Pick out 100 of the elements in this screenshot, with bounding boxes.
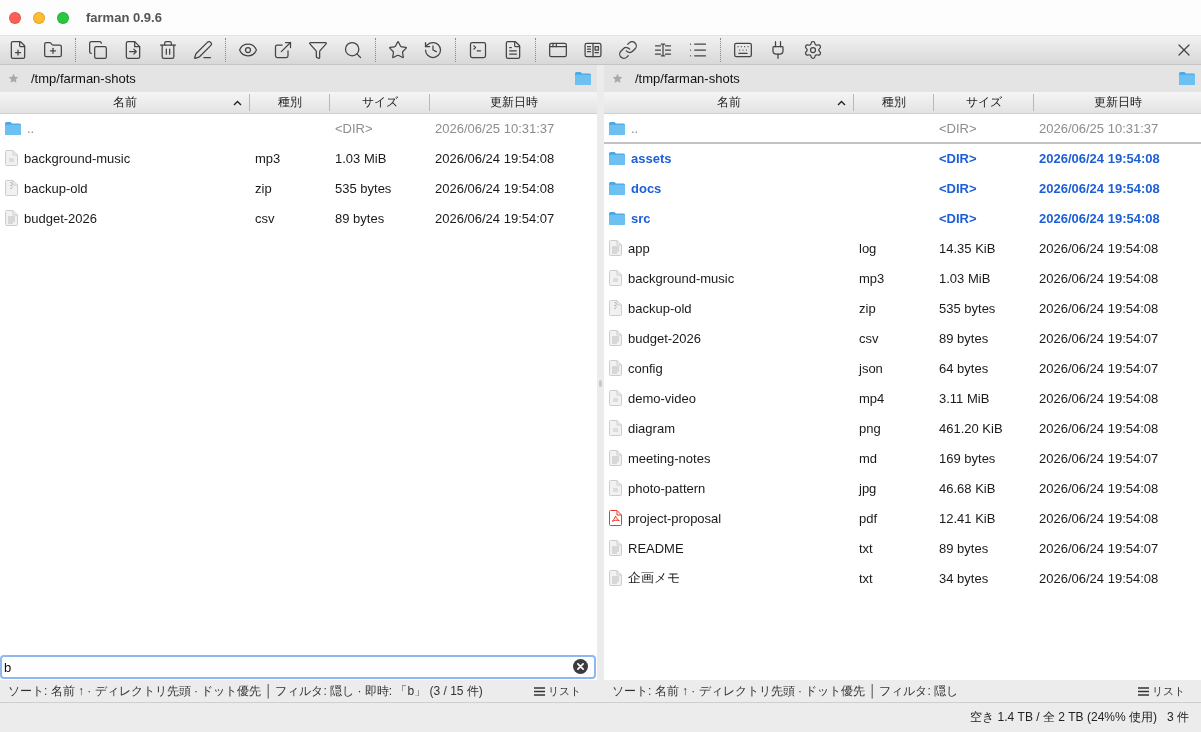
file-size: 14.35 KiB xyxy=(938,240,997,256)
close-window-icon[interactable] xyxy=(9,11,21,24)
modified-date: 2026/06/24 19:54:08 xyxy=(1038,480,1160,496)
blank-file-icon xyxy=(609,480,622,496)
star-icon[interactable] xyxy=(8,73,19,84)
file-type: jpg xyxy=(857,480,878,496)
file-name: src xyxy=(631,210,651,226)
modified-date: 2026/06/24 19:54:08 xyxy=(1038,240,1160,256)
file-name: meeting-notes xyxy=(628,450,711,466)
column-header[interactable]: 更新日時 xyxy=(1034,94,1201,111)
chevron-up-icon xyxy=(233,100,242,106)
trash-icon[interactable] xyxy=(157,40,178,60)
folder-icon xyxy=(609,181,625,195)
file-name: config xyxy=(628,360,663,376)
grip-icon[interactable] xyxy=(599,380,602,387)
external-link-icon[interactable] xyxy=(272,40,293,60)
modified-date: 2026/06/24 19:54:08 xyxy=(1038,390,1160,406)
file-name: budget-2026 xyxy=(24,210,97,226)
column-header[interactable]: 名前 xyxy=(604,94,854,111)
window-icon[interactable] xyxy=(547,40,568,60)
zoom-window-icon[interactable] xyxy=(57,11,69,24)
file-type: txt xyxy=(858,570,874,586)
file-type: log xyxy=(858,240,878,256)
file-type: json xyxy=(857,360,884,376)
column-header[interactable]: サイズ xyxy=(330,94,430,111)
file-type: csv xyxy=(254,210,276,226)
file-name: background-music xyxy=(24,150,131,166)
zipped-file-icon xyxy=(609,300,622,316)
folder-plus-icon[interactable] xyxy=(42,40,63,60)
file-size: 12.41 KiB xyxy=(938,510,997,526)
file-type: txt xyxy=(858,540,874,556)
list-icon xyxy=(534,686,545,696)
file-size: <DIR> xyxy=(938,210,978,226)
file-type: zip xyxy=(858,300,877,316)
text-file-icon xyxy=(609,330,622,346)
copy-icon[interactable] xyxy=(87,40,108,60)
file-name: docs xyxy=(631,180,662,196)
star-icon[interactable] xyxy=(612,73,623,84)
file-name: backup-old xyxy=(24,180,88,196)
column-header[interactable]: 更新日時 xyxy=(430,94,597,111)
text-file-icon xyxy=(609,240,622,256)
file-name: project-proposal xyxy=(628,510,722,526)
search-icon[interactable] xyxy=(342,40,363,60)
status-text: ソート: 名前 ↑ · ディレクトリ先頭 · ドット優先 │ フィルタ: 隠し · 即時: 「b」 (3 / 15 件) xyxy=(8,682,484,700)
file-name: demo-video xyxy=(628,390,696,406)
modified-date: 2026/06/24 19:54:08 xyxy=(434,150,556,166)
file-type: mp3 xyxy=(858,270,886,286)
column-header[interactable]: サイズ xyxy=(934,94,1034,111)
modified-date: 2026/06/24 19:54:07 xyxy=(1038,450,1160,466)
modified-date: 2026/06/25 10:31:37 xyxy=(1038,120,1160,136)
modified-date: 2026/06/24 19:54:08 xyxy=(1038,510,1160,526)
file-size: 535 bytes xyxy=(938,300,997,316)
modified-date: 2026/06/24 19:54:08 xyxy=(434,180,556,196)
file-name: 企画メモ xyxy=(628,569,680,587)
zipped-file-icon xyxy=(5,180,18,196)
file-size: <DIR> xyxy=(334,120,374,136)
modified-date: 2026/06/24 19:54:08 xyxy=(1038,270,1160,286)
file-size: 461.20 KiB xyxy=(938,420,1004,436)
text-file-icon xyxy=(609,570,622,586)
status-text: ソート: 名前 ↑ · ディレクトリ先頭 · ドット優先 │ フィルタ: 隠し xyxy=(612,682,960,700)
blank-file-icon xyxy=(609,270,622,286)
file-size: <DIR> xyxy=(938,180,978,196)
file-name: diagram xyxy=(628,420,675,436)
pen-icon[interactable] xyxy=(192,40,213,60)
column-header[interactable]: 種別 xyxy=(250,94,330,111)
file-size: 89 bytes xyxy=(334,210,386,226)
file-type: zip xyxy=(254,180,273,196)
text-file-icon xyxy=(5,210,18,226)
text-file-icon xyxy=(609,450,622,466)
view-mode-button[interactable]: リスト xyxy=(1132,682,1191,700)
file-name: budget-2026 xyxy=(628,330,701,346)
column-header[interactable]: 名前 xyxy=(0,94,250,111)
filter-field[interactable]: b xyxy=(0,655,596,679)
file-name: background-music xyxy=(628,270,735,286)
disk-usage-text: 空き 1.4 TB / 全 2 TB (24%% 使用) xyxy=(970,709,1157,726)
link-icon[interactable] xyxy=(617,40,638,60)
terminal-icon[interactable] xyxy=(467,40,488,60)
file-name: backup-old xyxy=(628,300,692,316)
history-icon[interactable] xyxy=(422,40,443,60)
chevron-up-icon xyxy=(837,100,846,106)
keyboard-icon[interactable] xyxy=(732,40,753,60)
file-size: 535 bytes xyxy=(334,180,393,196)
settings-icon[interactable] xyxy=(802,40,823,60)
file-name: README xyxy=(628,540,684,556)
star-icon[interactable] xyxy=(387,40,408,60)
filter-icon[interactable] xyxy=(307,40,328,60)
folder-icon xyxy=(609,151,625,165)
modified-date: 2026/06/24 19:54:08 xyxy=(1038,210,1161,226)
file-name: .. xyxy=(27,120,35,136)
file-type: csv xyxy=(858,330,880,346)
clear-icon[interactable] xyxy=(573,659,588,674)
file-size: 34 bytes xyxy=(938,570,990,586)
file-size: 64 bytes xyxy=(938,360,990,376)
file-name: assets xyxy=(631,150,672,166)
modified-date: 2026/06/24 19:54:07 xyxy=(1038,360,1160,376)
column-header[interactable]: 種別 xyxy=(854,94,934,111)
view-mode-button[interactable]: リスト xyxy=(528,682,587,700)
text-file-icon xyxy=(609,360,622,376)
file-size: 1.03 MiB xyxy=(938,270,992,286)
two-pane-icon[interactable] xyxy=(582,40,603,60)
